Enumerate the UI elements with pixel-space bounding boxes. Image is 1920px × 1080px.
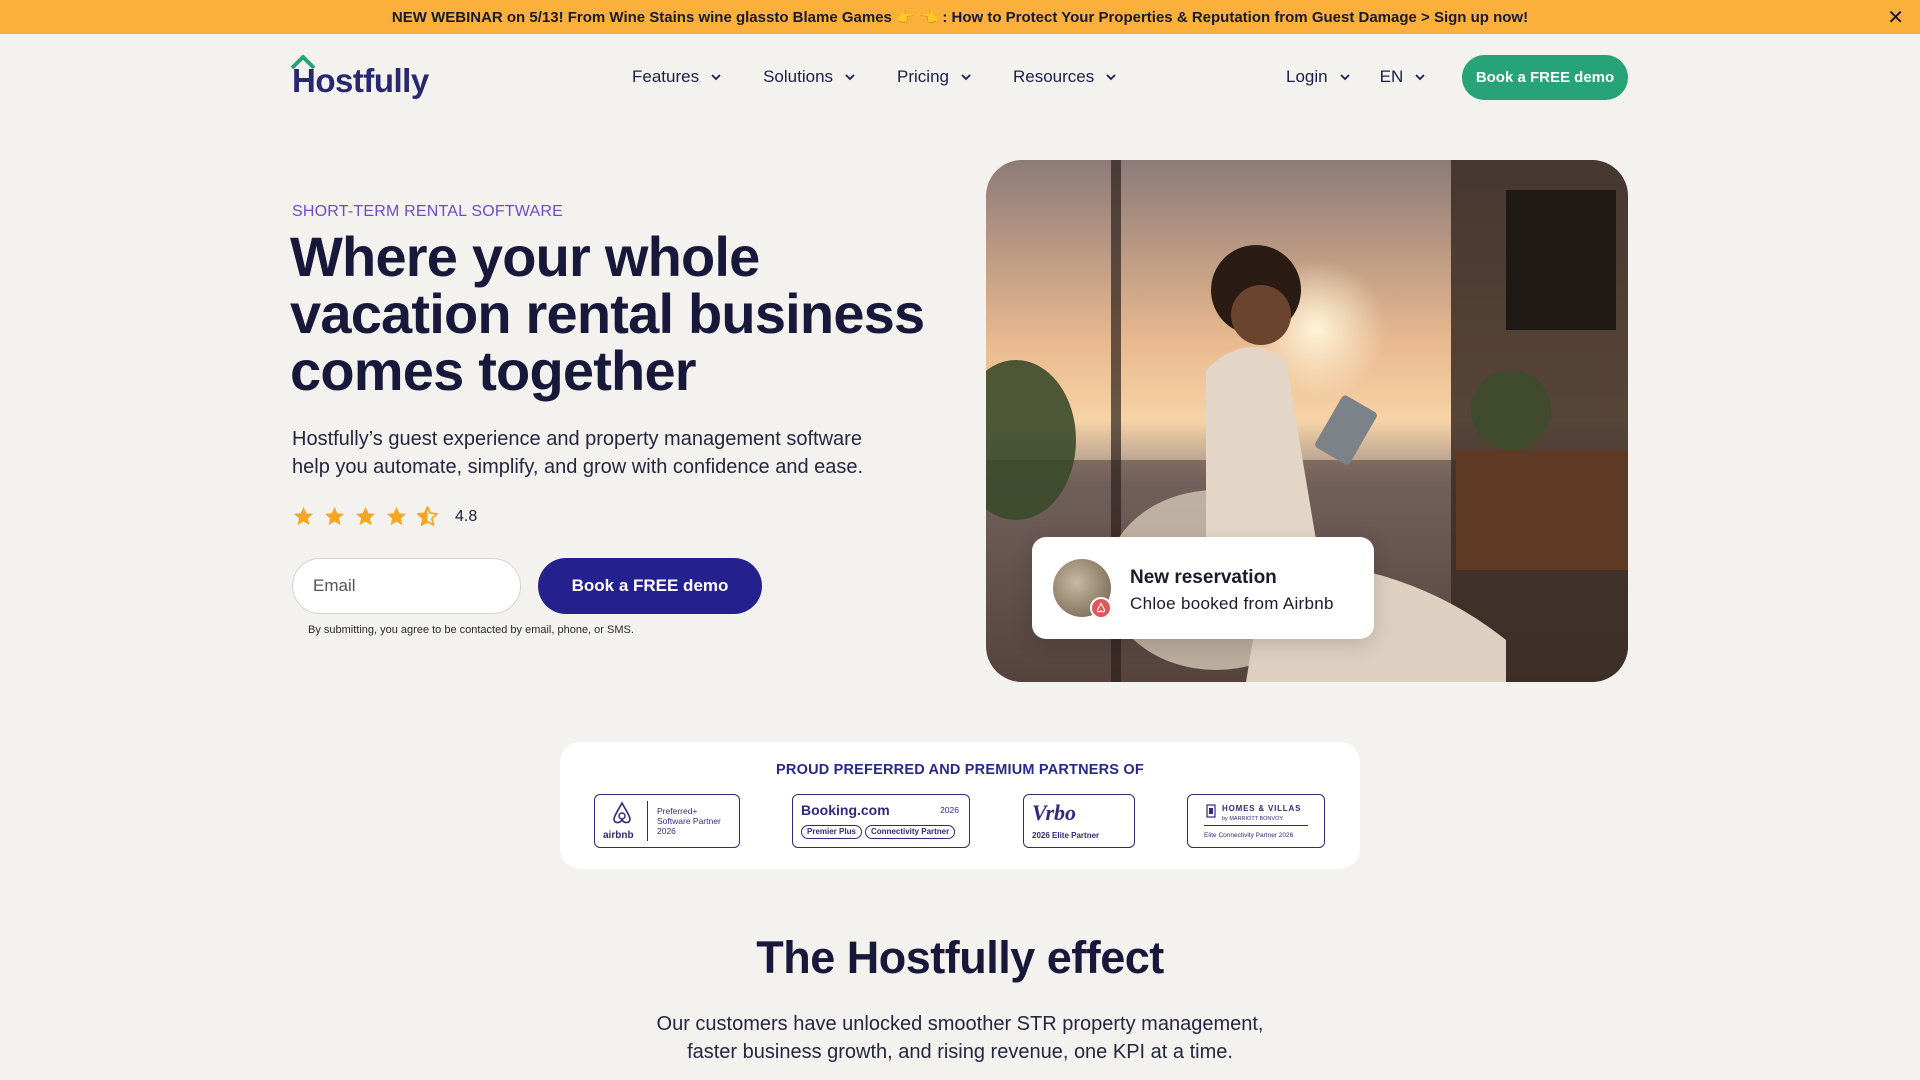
- chevron-down-icon: [1106, 74, 1116, 81]
- vrbo-badge-line: 2026 Elite Partner: [1032, 831, 1100, 840]
- house-roof-icon: [290, 55, 316, 70]
- language-selector[interactable]: EN: [1380, 67, 1428, 87]
- booking-wordmark: Booking.com: [801, 802, 890, 818]
- partners-title: PROUD PREFERRED AND PREMIUM PARTNERS OF: [776, 762, 1144, 778]
- close-icon[interactable]: ✕: [1887, 5, 1904, 29]
- homes-villas-logo-icon: [1206, 804, 1216, 818]
- headline-line: vacation rental business: [290, 282, 925, 345]
- hero-eyebrow: SHORT-TERM RENTAL SOFTWARE: [292, 203, 563, 220]
- subhead-line: help you automate, simplify, and grow wi…: [292, 456, 864, 478]
- effect-title: The Hostfully effect: [756, 932, 1164, 983]
- rating-value: 4.8: [455, 507, 478, 525]
- star-icon: [324, 506, 345, 526]
- notification-subtitle: Chloe booked from Airbnb: [1130, 594, 1334, 613]
- nav-pricing-label: Pricing: [897, 67, 949, 86]
- banner-text-end: : How to Protect Your Properties & Reput…: [942, 9, 1529, 26]
- booking-year: 2026: [940, 805, 959, 815]
- chevron-down-icon: [1339, 74, 1350, 81]
- effect-subtitle-line: Our customers have unlocked smoother STR…: [656, 1013, 1264, 1035]
- login-dropdown[interactable]: Login: [1286, 67, 1352, 87]
- booking-pill-connectivity: Connectivity Partner: [865, 825, 956, 839]
- booking-pill-premier: Premier Plus: [801, 825, 862, 839]
- star-icon: [293, 506, 314, 526]
- book-demo-header-button[interactable]: Book a FREE demo: [1462, 55, 1628, 100]
- hostfully-logo[interactable]: Hostfully: [290, 55, 429, 100]
- login-label: Login: [1286, 67, 1328, 86]
- site-header: Hostfully Features Solutions Pricing Res…: [0, 34, 1920, 120]
- pointing-hands-emoji: 👉 👈: [896, 8, 939, 26]
- airbnb-partner-badge: airbnb Preferred+ Software Partner 2026: [594, 794, 740, 848]
- chevron-down-icon: [845, 74, 855, 81]
- half-star-icon: [417, 506, 438, 526]
- consent-disclaimer: By submitting, you agree to be contacted…: [308, 624, 634, 636]
- homes-villas-partner-badge: HOMES & VILLAS by MARRIOTT BONVOY Elite …: [1187, 794, 1325, 848]
- nav-solutions-label: Solutions: [763, 67, 834, 86]
- main-nav: Features Solutions Pricing Resources: [632, 34, 1118, 120]
- announcement-banner[interactable]: NEW WEBINAR on 5/13! From Wine Stains wi…: [0, 0, 1920, 34]
- notification-title: New reservation: [1130, 567, 1277, 588]
- airbnb-wordmark: airbnb: [603, 830, 634, 841]
- effect-subtitle-line: faster business growth, and rising reven…: [687, 1041, 1233, 1063]
- hero-headline: Where your whole vacation rental busines…: [290, 228, 930, 399]
- chevron-down-icon: [711, 74, 721, 81]
- nav-pricing[interactable]: Pricing: [897, 67, 973, 87]
- star-icon: [386, 506, 407, 526]
- nav-resources[interactable]: Resources: [1013, 67, 1118, 87]
- subhead-line: Hostfully’s guest experience and propert…: [292, 428, 862, 450]
- star-icon: [355, 506, 376, 526]
- headline-line: Where your whole: [290, 225, 760, 288]
- effect-subtitle: Our customers have unlocked smoother STR…: [610, 1010, 1310, 1066]
- headline-line: comes together: [290, 339, 697, 402]
- new-reservation-card: New reservation Chloe booked from Airbnb: [1032, 537, 1374, 639]
- homes-villas-wordmark: HOMES & VILLAS: [1222, 804, 1302, 813]
- partners-section: PROUD PREFERRED AND PREMIUM PARTNERS OF …: [560, 742, 1360, 869]
- homes-villas-by: by MARRIOTT BONVOY: [1222, 816, 1284, 822]
- email-field[interactable]: [292, 558, 521, 614]
- hero-subhead: Hostfully’s guest experience and propert…: [292, 425, 912, 481]
- chevron-down-icon: [1415, 74, 1425, 81]
- nav-features[interactable]: Features: [632, 67, 723, 87]
- vrbo-partner-badge: Vrbo 2026 Elite Partner: [1023, 794, 1135, 848]
- airbnb-badge-line: Software Partner: [657, 816, 721, 826]
- vrbo-wordmark: Vrbo: [1032, 800, 1077, 825]
- airbnb-badge-line: 2026: [657, 826, 676, 836]
- star-rating: 4.8: [292, 505, 477, 528]
- banner-text-start: NEW WEBINAR on 5/13! From Wine Stains wi…: [391, 9, 892, 26]
- banner-message[interactable]: NEW WEBINAR on 5/13! From Wine Stains wi…: [392, 8, 1528, 26]
- airbnb-icon: [1090, 597, 1112, 619]
- airbnb-logo-icon: [613, 801, 631, 824]
- book-demo-hero-button[interactable]: Book a FREE demo: [538, 558, 762, 614]
- nav-solutions[interactable]: Solutions: [763, 67, 857, 87]
- nav-resources-label: Resources: [1013, 67, 1095, 86]
- chevron-down-icon: [961, 74, 971, 81]
- utility-nav: Login EN: [1286, 34, 1427, 120]
- nav-features-label: Features: [632, 67, 700, 86]
- airbnb-badge-line: Preferred+: [657, 806, 698, 816]
- homes-villas-badge-line: Elite Connectivity Partner 2026: [1204, 832, 1294, 839]
- booking-partner-badge: Booking.com 2026 Premier Plus Connectivi…: [792, 794, 970, 848]
- language-label: EN: [1379, 67, 1404, 86]
